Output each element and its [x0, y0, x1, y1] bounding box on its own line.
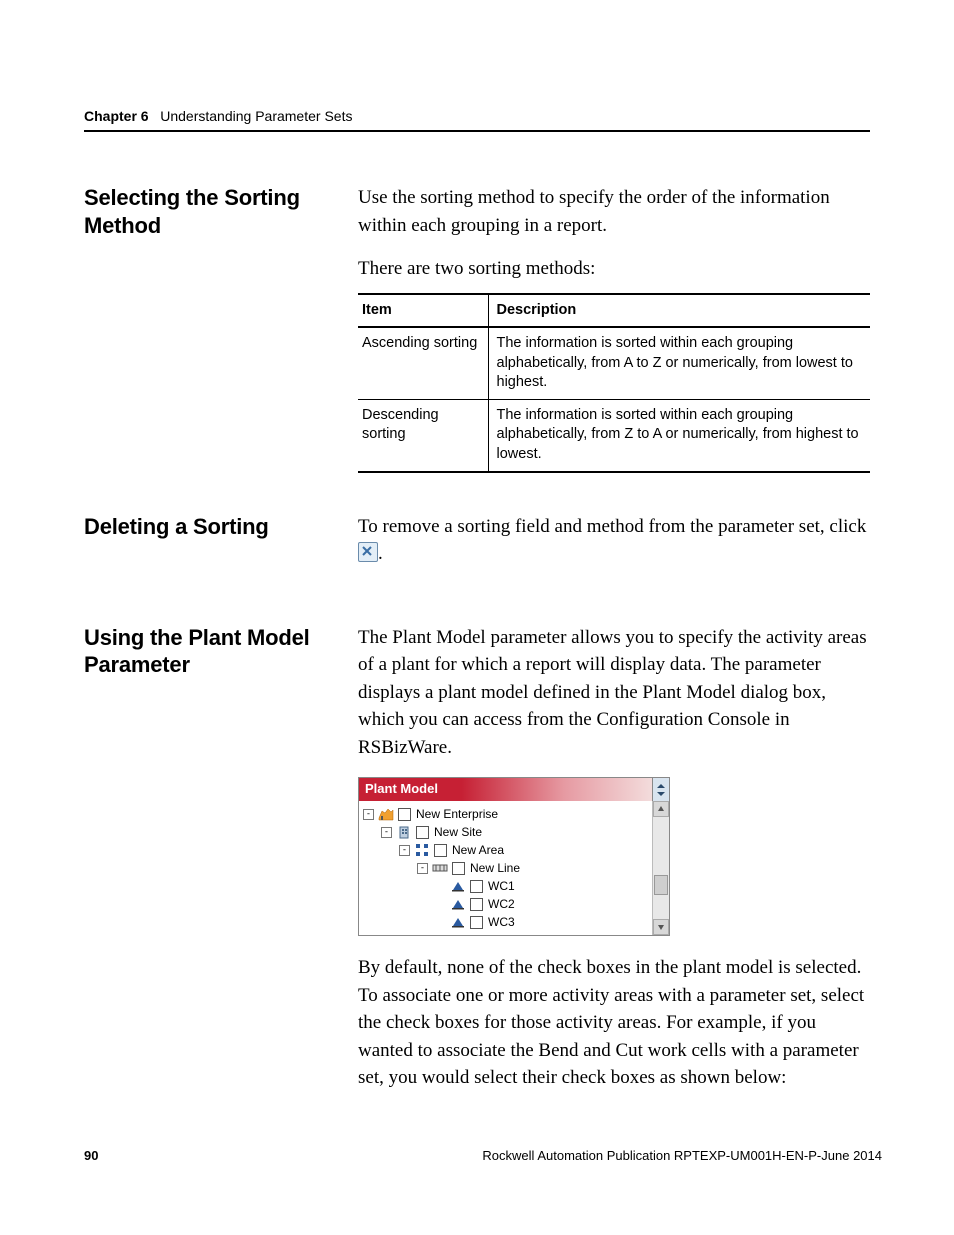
plant-model-tree[interactable]: - New Enterprise - New Site - New Area - New Li… [359, 801, 652, 935]
page-number: 90 [84, 1148, 98, 1163]
line-icon [432, 862, 448, 874]
section-plant-model: Using the Plant Model Parameter The Plan… [84, 624, 870, 1108]
workcell-icon [450, 880, 466, 892]
workcell-icon [450, 898, 466, 910]
panel-scrollbar[interactable] [652, 801, 669, 935]
deleting-sorting-text-prefix: To remove a sorting field and method fro… [358, 516, 866, 537]
deleting-sorting-text-suffix: . [378, 543, 383, 564]
table-row: Descending sorting The information is so… [358, 399, 870, 471]
plant-model-panel: Plant Model - New Enterprise - New Site - New… [358, 777, 670, 936]
tree-node-checkbox[interactable] [416, 826, 429, 839]
tree-node-label: New Line [470, 860, 520, 877]
running-header: Chapter 6 Understanding Parameter Sets [84, 108, 870, 124]
section-deleting-sorting: Deleting a Sorting To remove a sorting f… [84, 513, 870, 584]
delete-x-icon [358, 542, 378, 562]
tree-node-label: WC2 [488, 896, 515, 913]
tree-expander-icon [435, 899, 446, 910]
sorting-method-para1: Use the sorting method to specify the or… [358, 184, 870, 239]
tree-node[interactable]: WC1 [363, 877, 648, 895]
tree-node-checkbox[interactable] [470, 898, 483, 911]
tree-node-checkbox[interactable] [398, 808, 411, 821]
site-icon [396, 825, 412, 839]
tree-node-label: New Site [434, 824, 482, 841]
tree-node[interactable]: - New Area [363, 841, 648, 859]
tree-node-label: New Enterprise [416, 806, 498, 823]
table-header-item: Item [358, 294, 488, 328]
heading-plant-model: Using the Plant Model Parameter [84, 624, 358, 679]
tree-node-checkbox[interactable] [452, 862, 465, 875]
tree-expander-icon[interactable]: - [417, 863, 428, 874]
tree-expander-icon [435, 917, 446, 928]
chapter-title: Understanding Parameter Sets [160, 108, 352, 124]
table-row: Ascending sorting The information is sor… [358, 327, 870, 399]
header-rule [84, 130, 870, 132]
tree-node-checkbox[interactable] [470, 880, 483, 893]
heading-sorting-method: Selecting the Sorting Method [84, 184, 358, 239]
table-header-description: Description [488, 294, 870, 328]
section-sorting-method: Selecting the Sorting Method Use the sor… [84, 184, 870, 473]
heading-deleting-sorting: Deleting a Sorting [84, 513, 358, 541]
table-cell-item: Ascending sorting [358, 327, 488, 399]
tree-node[interactable]: - New Site [363, 823, 648, 841]
tree-node[interactable]: WC2 [363, 895, 648, 913]
table-cell-desc: The information is sorted within each gr… [488, 327, 870, 399]
enterprise-icon [378, 807, 394, 821]
tree-node-label: New Area [452, 842, 504, 859]
chapter-label: Chapter 6 [84, 108, 149, 124]
scroll-track[interactable] [653, 817, 669, 919]
plant-model-panel-titlebar: Plant Model [359, 778, 669, 801]
tree-expander-icon[interactable]: - [381, 827, 392, 838]
plant-model-para1: The Plant Model parameter allows you to … [358, 624, 870, 762]
scroll-down-arrow-icon[interactable] [653, 919, 669, 935]
deleting-sorting-para: To remove a sorting field and method fro… [358, 513, 870, 568]
tree-node-checkbox[interactable] [434, 844, 447, 857]
tree-node[interactable]: - New Line [363, 859, 648, 877]
scroll-up-arrow-icon[interactable] [653, 801, 669, 817]
tree-expander-icon[interactable]: - [363, 809, 374, 820]
tree-node[interactable]: - New Enterprise [363, 805, 648, 823]
table-cell-desc: The information is sorted within each gr… [488, 399, 870, 471]
tree-node[interactable]: WC3 [363, 913, 648, 931]
publication-line: Rockwell Automation Publication RPTEXP-U… [482, 1148, 882, 1163]
table-cell-item: Descending sorting [358, 399, 488, 471]
tree-expander-icon [435, 881, 446, 892]
tree-node-checkbox[interactable] [470, 916, 483, 929]
panel-collapse-button[interactable] [652, 778, 669, 801]
plant-model-panel-title: Plant Model [359, 778, 652, 801]
scroll-thumb[interactable] [654, 875, 668, 895]
page-footer: 90 Rockwell Automation Publication RPTEX… [84, 1148, 882, 1163]
area-icon [414, 843, 430, 857]
sorting-methods-table: Item Description Ascending sorting The i… [358, 293, 870, 473]
tree-expander-icon[interactable]: - [399, 845, 410, 856]
sorting-method-para2: There are two sorting methods: [358, 255, 870, 283]
workcell-icon [450, 916, 466, 928]
plant-model-para2: By default, none of the check boxes in t… [358, 954, 870, 1092]
tree-node-label: WC3 [488, 914, 515, 931]
tree-node-label: WC1 [488, 878, 515, 895]
